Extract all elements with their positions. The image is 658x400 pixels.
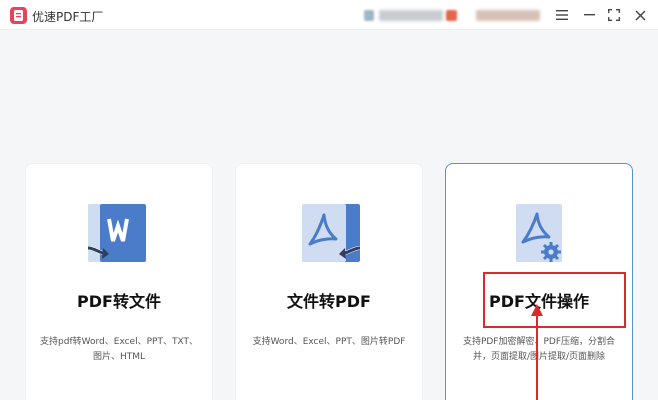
card-description: 支持Word、Excel、PPT、图片转PDF [252, 337, 406, 347]
account-info[interactable] [379, 10, 443, 21]
card-description: 支持pdf转Word、Excel、PPT、TXT、图片、HTML [40, 337, 198, 362]
annotation-arrow-icon [531, 304, 543, 400]
app-logo-icon [10, 7, 27, 24]
notification-icon[interactable] [446, 10, 457, 21]
card-title: 文件转PDF [287, 292, 371, 311]
title-bar: 优速PDF工厂 [0, 0, 658, 30]
account-icon[interactable] [364, 10, 374, 21]
app-window: 优速PDF工厂 PDF转文件 支持pdf转Word、Excel、PPT、TXT、… [0, 0, 658, 400]
pdf-to-word-icon [84, 202, 154, 272]
user-name[interactable] [476, 10, 540, 21]
card-pdf-to-file[interactable]: PDF转文件 支持pdf转Word、Excel、PPT、TXT、图片、HTML [25, 163, 213, 400]
maximize-icon[interactable] [605, 6, 623, 24]
minimize-icon[interactable] [580, 6, 598, 24]
card-file-to-pdf[interactable]: 文件转PDF 支持Word、Excel、PPT、图片转PDF [235, 163, 423, 400]
card-title: PDF转文件 [77, 292, 161, 311]
pdf-settings-icon [504, 202, 574, 272]
app-title: 优速PDF工厂 [32, 10, 104, 24]
file-to-pdf-icon [294, 202, 364, 272]
annotation-highlight-box [483, 272, 626, 328]
menu-icon[interactable] [553, 6, 571, 24]
close-icon[interactable] [631, 6, 649, 24]
